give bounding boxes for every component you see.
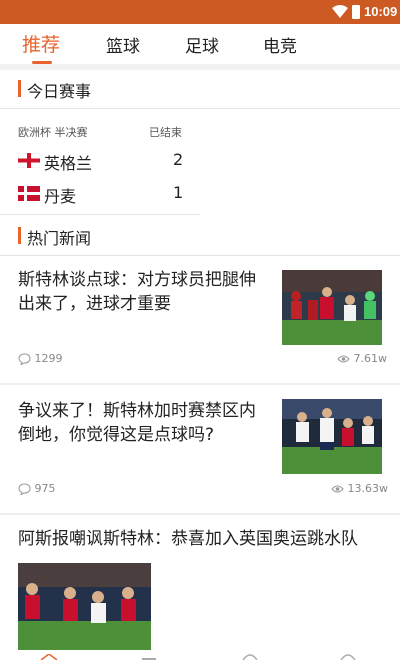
divider xyxy=(0,383,400,385)
status-bar: 10:09 xyxy=(0,0,400,24)
battery-icon xyxy=(352,5,360,19)
comment-count: 975 xyxy=(18,482,56,496)
team-name: 丹麦 xyxy=(44,187,77,206)
profile-icon[interactable] xyxy=(340,654,356,660)
hot-news-header: 热门新闻 xyxy=(0,217,400,255)
view-count-value: 13.63w xyxy=(347,482,389,495)
comment-icon xyxy=(18,483,31,496)
today-matches-header: 今日赛事 xyxy=(0,70,400,108)
divider xyxy=(0,214,200,215)
team-score: 2 xyxy=(173,150,184,169)
team-score: 1 xyxy=(173,183,184,202)
denmark-flag-icon xyxy=(18,186,40,201)
tab-basketball[interactable]: 篮球 xyxy=(106,32,140,57)
news-thumbnail[interactable] xyxy=(282,399,382,474)
match-status: 已结束 xyxy=(149,126,182,139)
comment-count-value: 1299 xyxy=(34,352,63,365)
wifi-icon xyxy=(332,5,348,18)
section-accent-bar xyxy=(18,80,21,97)
news-thumbnail[interactable] xyxy=(282,270,382,345)
match-team-away[interactable]: 丹麦 1 xyxy=(18,183,188,207)
tab-football[interactable]: 足球 xyxy=(185,32,219,57)
match-team-home[interactable]: 英格兰 2 xyxy=(18,150,188,174)
team-name: 英格兰 xyxy=(44,154,93,173)
view-count: 7.61w xyxy=(337,352,387,365)
section-accent-bar xyxy=(18,227,21,244)
category-tabs: 推荐 篮球 足球 电竞 xyxy=(0,24,400,64)
news-title[interactable]: 争议来了！斯特林加时赛禁区内倒地，你觉得这是点球吗? xyxy=(18,399,268,447)
tab-esports[interactable]: 电竞 xyxy=(263,32,297,57)
home-icon[interactable] xyxy=(40,654,58,660)
view-count: 13.63w xyxy=(331,482,388,495)
news-title[interactable]: 阿斯报嘲讽斯特林：恭喜加入英国奥运跳水队 xyxy=(18,527,388,551)
comment-count: 1299 xyxy=(18,352,63,366)
divider xyxy=(0,255,400,256)
bottom-navigation xyxy=(0,650,400,660)
match-league: 欧洲杯 半决赛 xyxy=(18,126,88,139)
tab-recommend[interactable]: 推荐 xyxy=(22,30,60,57)
section-title: 今日赛事 xyxy=(27,82,92,101)
comment-icon xyxy=(18,353,31,366)
divider xyxy=(0,513,400,515)
comment-count-value: 975 xyxy=(34,482,56,495)
news-title[interactable]: 斯特林谈点球：对方球员把腿伸出来了，进球才重要 xyxy=(18,268,268,316)
england-flag-icon xyxy=(18,153,40,168)
eye-icon xyxy=(331,485,344,493)
section-title: 热门新闻 xyxy=(27,229,92,248)
nav-icon[interactable] xyxy=(242,654,258,660)
news-thumbnail[interactable] xyxy=(18,563,151,650)
eye-icon xyxy=(337,355,350,363)
status-time: 10:09 xyxy=(364,4,398,19)
view-count-value: 7.61w xyxy=(353,352,388,365)
divider xyxy=(0,108,400,109)
